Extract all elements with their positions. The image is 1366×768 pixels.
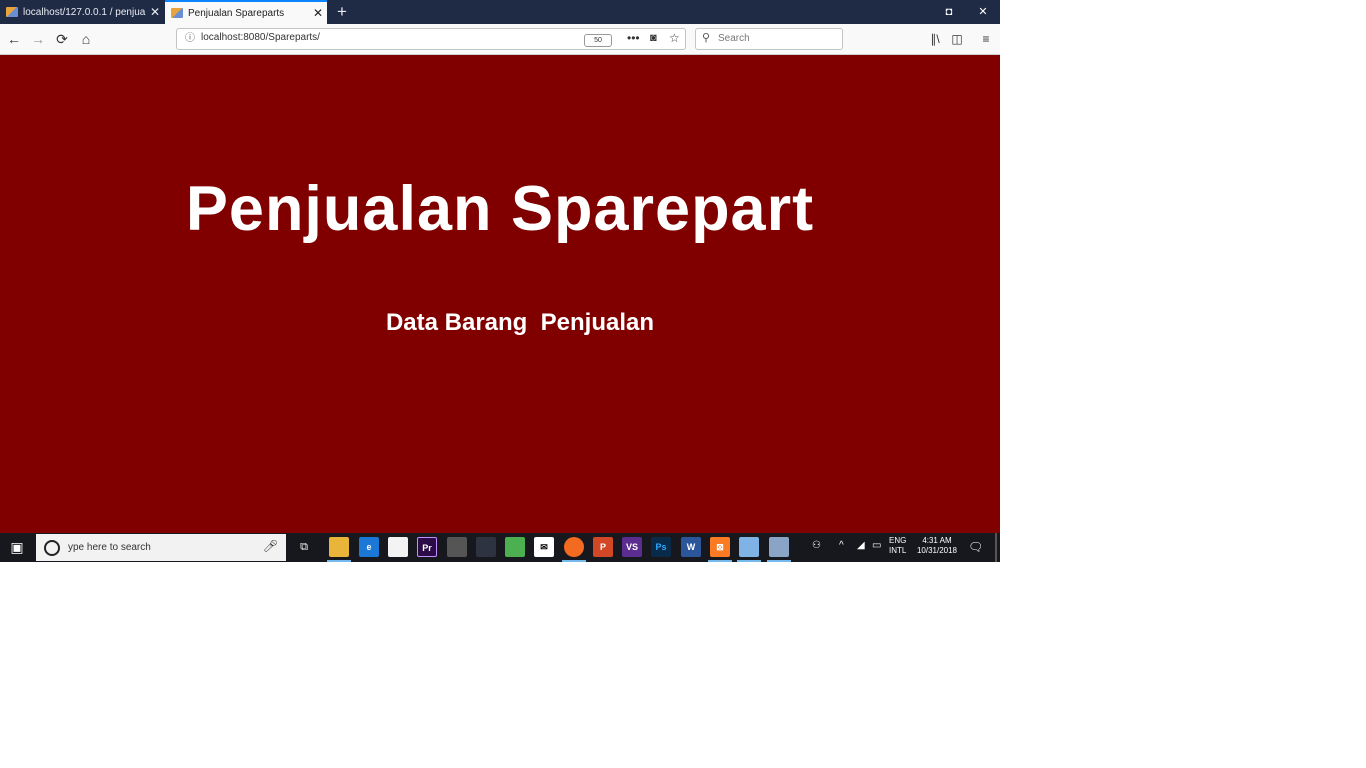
app-running-indicator xyxy=(737,560,761,562)
clock-date: 10/31/2018 xyxy=(916,546,958,555)
search-icon: ⚲ xyxy=(702,32,711,44)
page-title: Penjualan Sparepart xyxy=(185,174,815,244)
clock-time: 4:31 AM xyxy=(922,536,952,545)
page-favicon-icon xyxy=(171,8,183,18)
people-icon[interactable] xyxy=(476,537,496,557)
search-placeholder[interactable]: Search xyxy=(718,33,750,44)
task-view-icon[interactable]: ⧉ xyxy=(296,540,312,554)
tab-phpmyadmin[interactable]: localhost/127.0.0.1 / penjual ✕ xyxy=(0,0,164,24)
site-info-icon[interactable]: ⓘ xyxy=(183,32,197,46)
forward-button[interactable]: → xyxy=(28,29,48,49)
windows-taskbar: ▣ ype here to search 🎤︎ ⧉ e Pr ✉ P VS Ps… xyxy=(0,533,1000,562)
pocket-icon[interactable]: ◙ xyxy=(650,32,657,44)
phpmyadmin-favicon-icon xyxy=(6,7,18,17)
zoom-badge[interactable]: 50 xyxy=(584,34,612,47)
search-bar[interactable]: ⚲ Search xyxy=(695,28,843,50)
new-tab-button[interactable]: + xyxy=(333,2,351,22)
menu-icon[interactable]: ≡ xyxy=(977,30,995,48)
home-button[interactable]: ⌂ xyxy=(76,29,96,49)
mail-icon[interactable]: ✉ xyxy=(534,537,554,557)
photoshop-icon[interactable]: Ps xyxy=(651,537,671,557)
app-running-indicator xyxy=(767,560,791,562)
notepad-icon[interactable] xyxy=(505,537,525,557)
sidebar-icon[interactable]: ◫ xyxy=(948,30,966,48)
file-explorer-icon[interactable] xyxy=(329,537,349,557)
input-language[interactable]: ENG INTL xyxy=(889,536,906,556)
close-tab-icon[interactable]: ✕ xyxy=(309,6,327,20)
xampp-icon[interactable]: ⊠ xyxy=(710,537,730,557)
language-code: ENG xyxy=(889,536,907,545)
app-running-indicator xyxy=(327,560,351,562)
restore-window-icon[interactable]: ◘ xyxy=(941,4,957,20)
edge-icon[interactable]: e xyxy=(359,537,379,557)
browser-tab-strip: localhost/127.0.0.1 / penjual ✕ Penjuala… xyxy=(0,0,1000,24)
app-running-indicator xyxy=(708,560,732,562)
firefox-icon[interactable] xyxy=(564,537,584,557)
powerpoint-icon[interactable]: P xyxy=(593,537,613,557)
app-running-indicator xyxy=(562,560,586,562)
tray-overflow-chevron-icon[interactable]: ^ xyxy=(839,540,844,551)
close-window-icon[interactable]: ✕ xyxy=(975,4,991,20)
library-icon[interactable]: ∥\ xyxy=(926,30,944,48)
windows-start-icon[interactable]: ▣ xyxy=(0,533,34,562)
visual-studio-icon[interactable]: VS xyxy=(622,537,642,557)
navigation-toolbar: ← → ⟳ ⌂ ⓘ localhost:8080/Spareparts/ 50 … xyxy=(0,24,1000,55)
battery-icon[interactable]: ▭ xyxy=(872,540,881,551)
page-subtitle-link[interactable]: Data Barang Penjualan xyxy=(0,309,1000,337)
bookmark-star-icon[interactable]: ☆ xyxy=(669,31,680,45)
action-center-icon[interactable]: 🗨︎ xyxy=(968,540,983,554)
media-icon[interactable] xyxy=(447,537,467,557)
tab-penjualan-spareparts[interactable]: Penjualan Spareparts ✕ xyxy=(165,0,327,24)
system-clock[interactable]: 4:31 AM 10/31/2018 xyxy=(915,536,959,556)
taskbar-search-text[interactable]: ype here to search xyxy=(68,542,151,553)
keyboard-layout: INTL xyxy=(889,546,907,555)
back-button[interactable]: ← xyxy=(4,29,24,49)
close-tab-icon[interactable]: ✕ xyxy=(146,5,164,19)
word-icon[interactable]: W xyxy=(681,537,701,557)
address-bar[interactable]: ⓘ localhost:8080/Spareparts/ 50 ••• ◙ ☆ xyxy=(176,28,686,50)
virtualbox-icon[interactable] xyxy=(739,537,759,557)
microphone-icon[interactable]: 🎤︎ xyxy=(263,539,278,553)
show-desktop-button[interactable] xyxy=(995,533,997,562)
tab-label: Penjualan Spareparts xyxy=(188,7,285,19)
network-icon[interactable]: ◢ xyxy=(857,540,865,551)
store-icon[interactable] xyxy=(388,537,408,557)
desktop-screen: localhost/127.0.0.1 / penjual ✕ Penjuala… xyxy=(0,0,1000,562)
premiere-icon[interactable]: Pr xyxy=(417,537,437,557)
page-content: Penjualan Sparepart Data Barang Penjuala… xyxy=(0,55,1000,533)
reload-button[interactable]: ⟳ xyxy=(52,29,72,49)
tab-label: localhost/127.0.0.1 / penjual xyxy=(23,6,146,18)
url-text[interactable]: localhost:8080/Spareparts/ xyxy=(201,32,320,43)
network-tool-icon[interactable] xyxy=(769,537,789,557)
cortana-icon xyxy=(44,540,60,556)
taskbar-search-box[interactable]: ype here to search 🎤︎ xyxy=(36,534,286,561)
people-tray-icon[interactable]: ⚇ xyxy=(812,540,821,551)
page-actions-icon[interactable]: ••• xyxy=(627,31,640,45)
